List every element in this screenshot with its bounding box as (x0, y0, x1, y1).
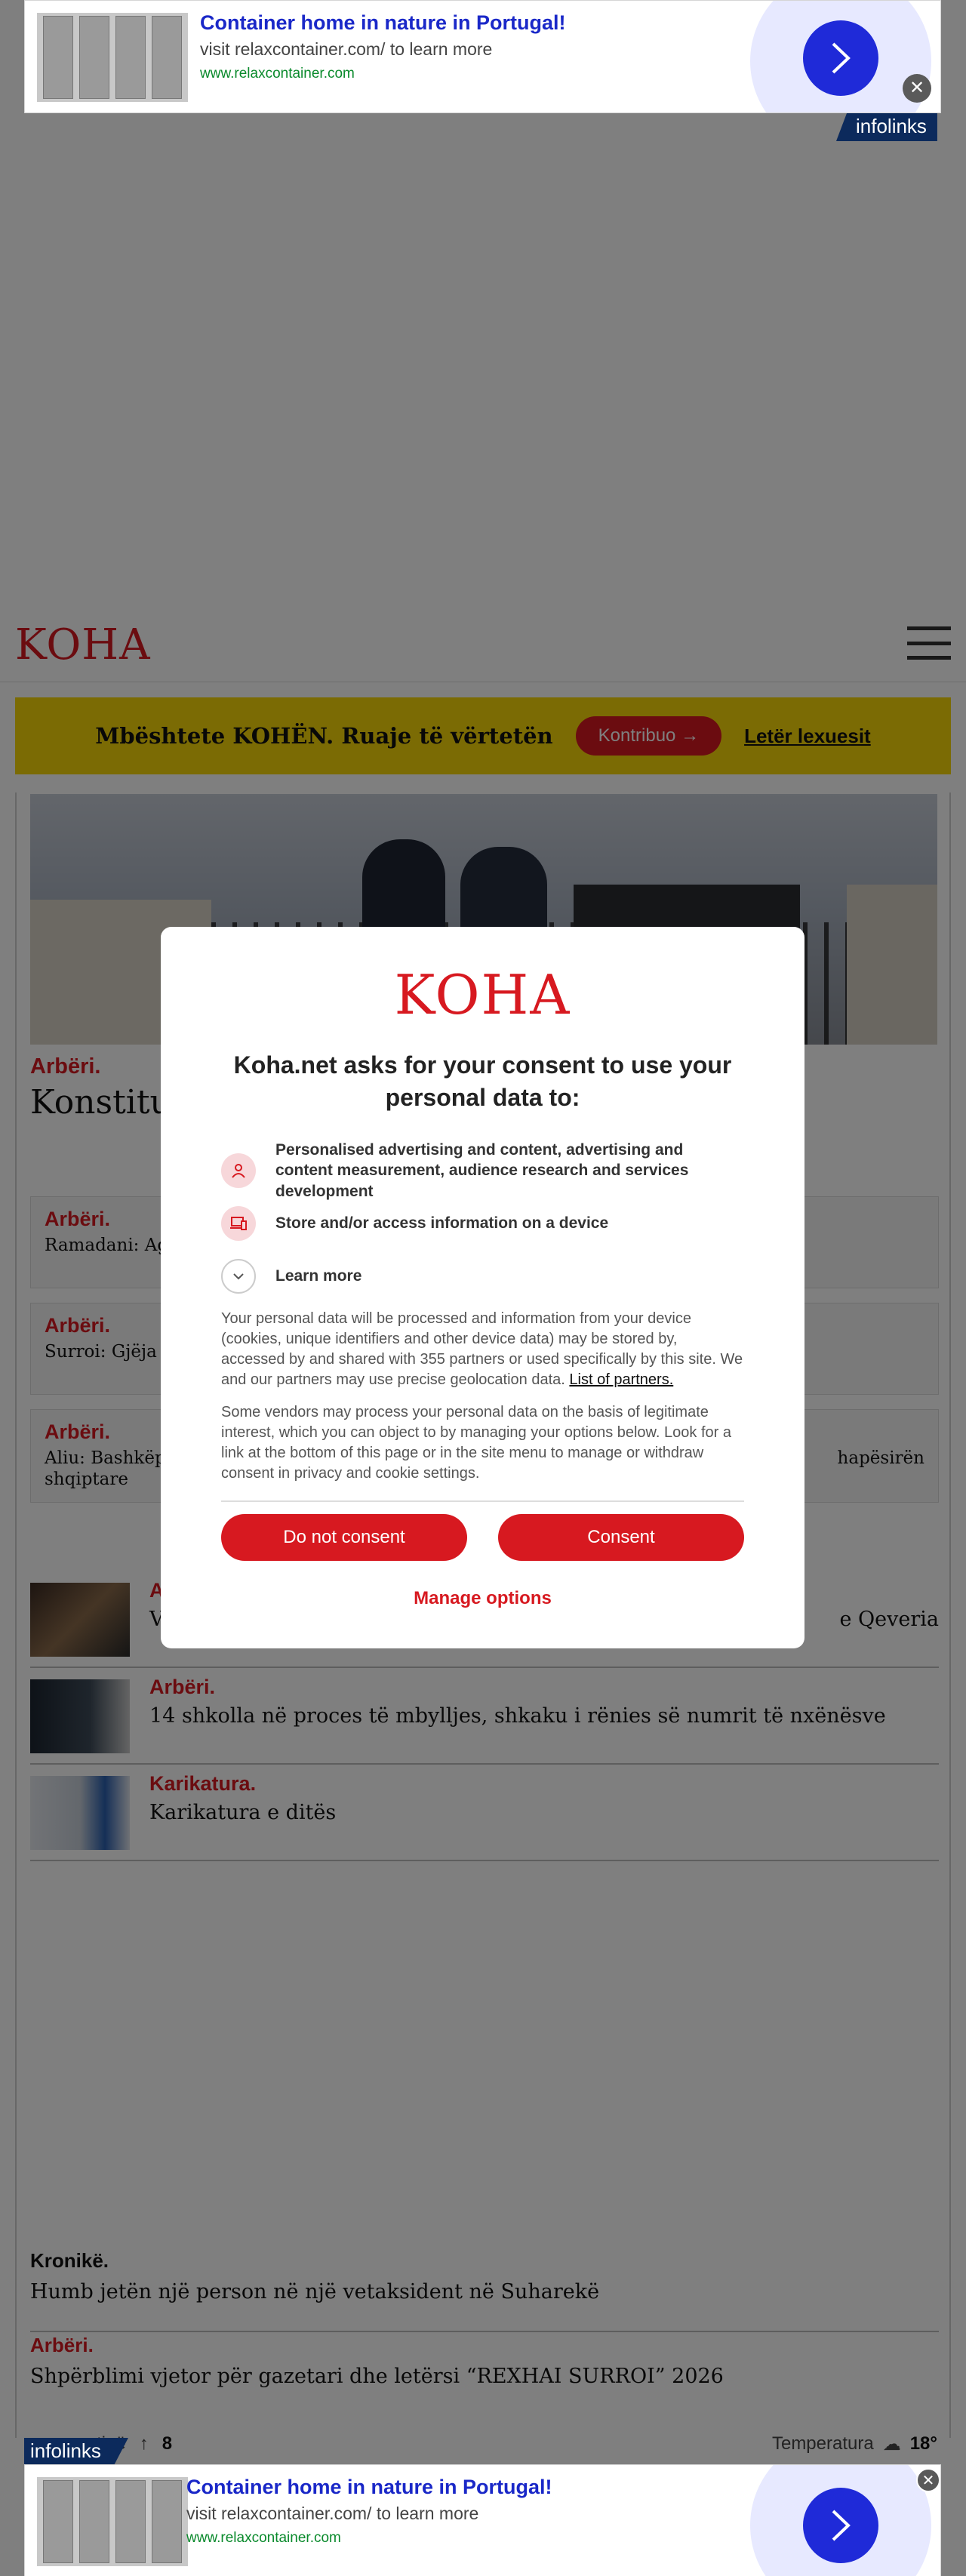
infolinks-badge[interactable]: infolinks (24, 2438, 128, 2466)
bottom-ad-banner[interactable]: Container home in nature in Portugal! vi… (24, 2464, 941, 2576)
consent-button[interactable]: Consent (498, 1514, 744, 1561)
ad-close-button[interactable]: ✕ (916, 2468, 940, 2492)
ad-close-button[interactable]: ✕ (903, 74, 931, 103)
person-icon (221, 1153, 256, 1188)
chevron-right-icon (832, 42, 851, 74)
top-ad-banner[interactable]: Container home in nature in Portugal! vi… (24, 0, 941, 113)
ad-image[interactable] (37, 2477, 188, 2566)
do-not-consent-button[interactable]: Do not consent (221, 1514, 467, 1561)
purpose-text: Personalised advertising and content, ad… (275, 1141, 689, 1200)
consent-paragraph-1: Your personal data will be processed and… (221, 1309, 744, 1390)
manage-options-link[interactable]: Manage options (161, 1588, 804, 1609)
purpose-advertising: Personalised advertising and content, ad… (221, 1140, 744, 1202)
dialog-title: Koha.net asks for your consent to use yo… (233, 1051, 732, 1112)
dialog-logo: KOHA (394, 963, 571, 1026)
chevron-down-icon (221, 1259, 256, 1294)
learn-more-label: Learn more (275, 1267, 362, 1285)
partners-link[interactable]: List of partners. (569, 1371, 673, 1388)
ad-arrow-button[interactable] (803, 2488, 878, 2563)
consent-paragraph-2: Some vendors may process your personal d… (221, 1404, 731, 1482)
chevron-right-icon (832, 2510, 851, 2541)
device-icon (221, 1206, 256, 1241)
ad-headline[interactable]: Container home in nature in Portugal! (186, 2476, 552, 2499)
consent-dialog: KOHA Koha.net asks for your consent to u… (161, 927, 804, 1648)
purpose-device: Store and/or access information on a dev… (221, 1206, 744, 1241)
infolinks-badge[interactable]: infolinks (836, 113, 937, 141)
purpose-text: Store and/or access information on a dev… (275, 1214, 609, 1233)
learn-more-toggle[interactable]: Learn more (221, 1259, 361, 1294)
ad-image[interactable] (37, 13, 188, 102)
ad-arrow-button[interactable] (803, 20, 878, 96)
ad-url[interactable]: www.relaxcontainer.com (200, 66, 566, 82)
ad-url[interactable]: www.relaxcontainer.com (186, 2530, 552, 2547)
ad-headline[interactable]: Container home in nature in Portugal! (200, 11, 566, 35)
dialog-divider (221, 1500, 744, 1502)
ad-description: visit relaxcontainer.com/ to learn more (186, 2504, 479, 2523)
ad-description: visit relaxcontainer.com/ to learn more (200, 39, 493, 59)
